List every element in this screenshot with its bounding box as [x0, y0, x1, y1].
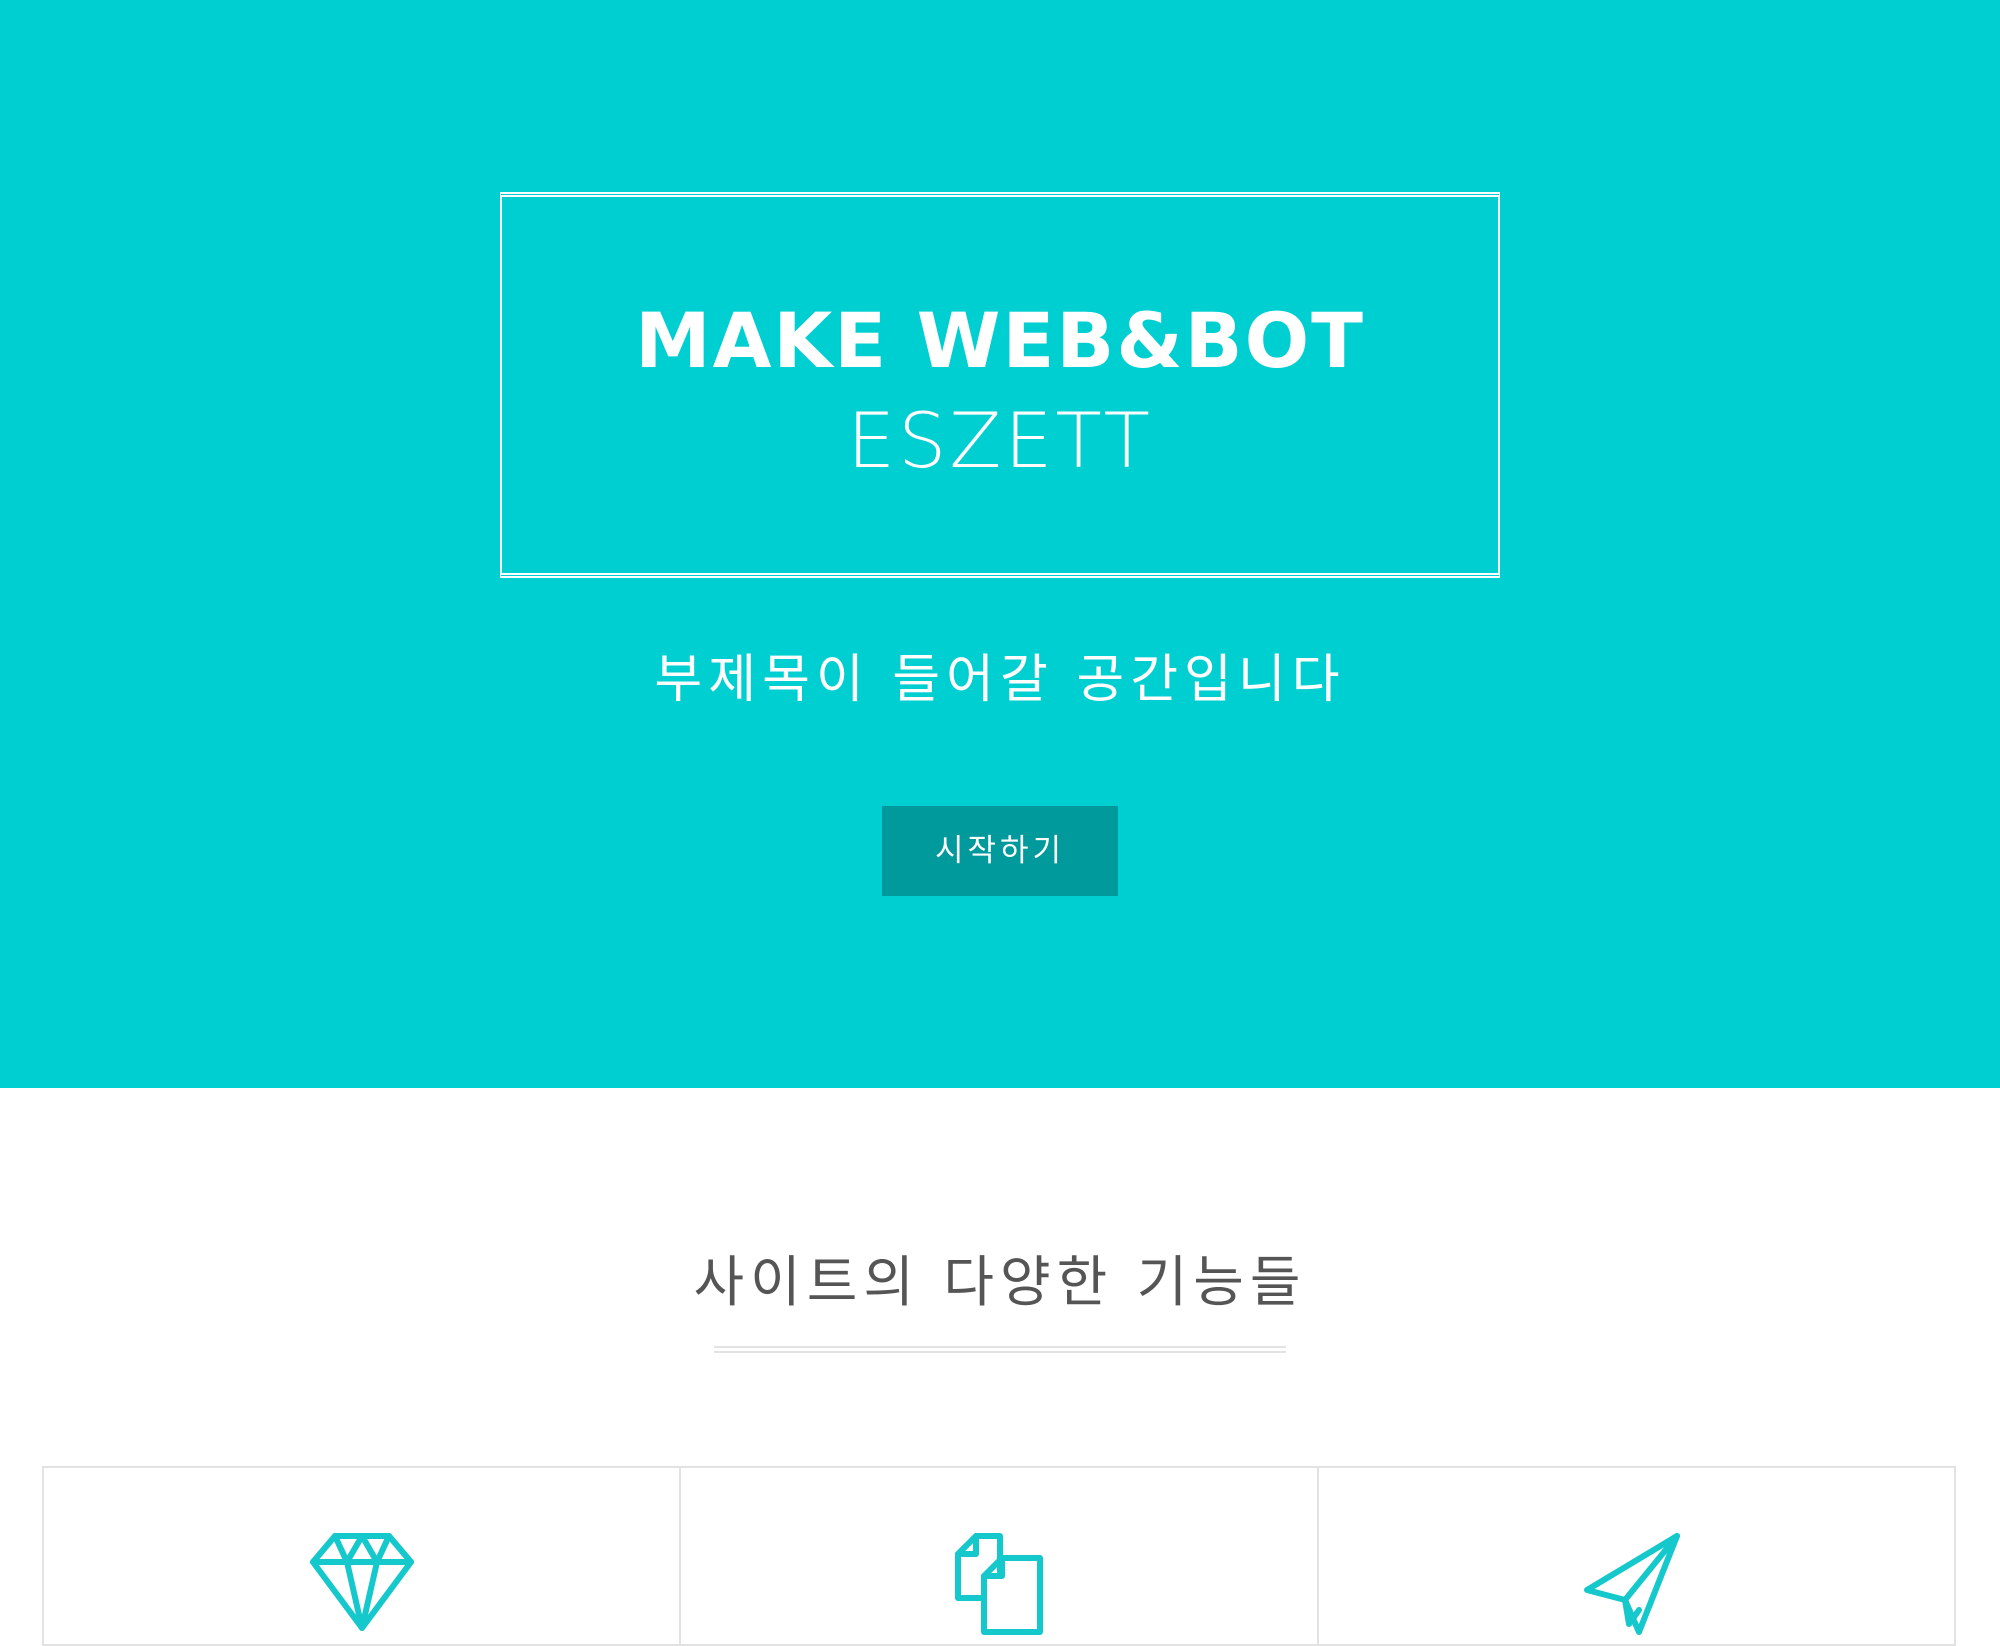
feature-grid [42, 1466, 1956, 1646]
feature-card-documents [679, 1468, 1316, 1644]
hero-brand-name: ESZETT [847, 396, 1153, 485]
title-frame: MAKE WEB&BOT ESZETT [500, 192, 1500, 578]
paper-plane-icon [1581, 1528, 1691, 1638]
heading-divider [714, 1346, 1286, 1353]
feature-card-send [1316, 1468, 1954, 1644]
features-heading: 사이트의 다양한 기능들 [693, 1250, 1307, 1314]
hero-section: MAKE WEB&BOT ESZETT 부제목이 들어갈 공간입니다 시작하기 [0, 0, 2000, 1088]
hero-subtitle: 부제목이 들어갈 공간입니다 [654, 650, 1346, 710]
diamond-icon [307, 1528, 417, 1638]
hero-title: MAKE WEB&BOT [634, 296, 1366, 385]
start-button[interactable]: 시작하기 [882, 806, 1118, 896]
copy-documents-icon [944, 1528, 1054, 1638]
feature-card-diamond [44, 1468, 679, 1644]
